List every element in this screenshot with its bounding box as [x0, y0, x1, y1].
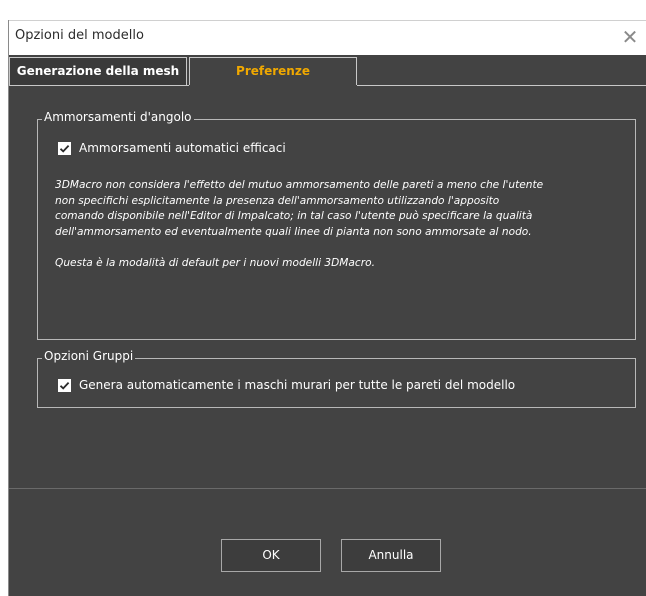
tab-underline-right: [357, 85, 646, 86]
corner-bonding-group: Ammorsamenti d'angolo Ammorsamenti autom…: [37, 110, 636, 340]
default-mode-note: Questa è la modalità di default per i nu…: [55, 256, 375, 269]
auto-generate-piers-checkbox[interactable]: [58, 378, 71, 392]
effective-auto-bonding-option[interactable]: Ammorsamenti automatici efficaci: [58, 140, 286, 156]
effective-auto-bonding-checkbox[interactable]: [58, 141, 71, 155]
close-button[interactable]: ✕: [613, 21, 646, 55]
tab-bar: Generazione della mesh Preferenze: [9, 55, 646, 85]
auto-generate-piers-option[interactable]: Genera automaticamente i maschi murari p…: [58, 377, 515, 393]
title-bar: Opzioni del modello ✕: [9, 20, 646, 55]
group-options-legend: Opzioni Gruppi: [42, 349, 136, 363]
auto-generate-piers-label: Genera automaticamente i maschi murari p…: [79, 378, 516, 392]
group-options-group: Opzioni Gruppi Genera automaticamente i …: [37, 349, 636, 408]
options-dialog: Opzioni del modello ✕ Generazione della …: [8, 20, 646, 596]
cancel-button[interactable]: Annulla: [341, 539, 441, 572]
effective-auto-bonding-label: Ammorsamenti automatici efficaci: [79, 141, 286, 155]
checkmark-icon: [59, 144, 70, 153]
description-line: dell'ammorsamento ed eventualmente quali…: [55, 225, 532, 238]
description-line: 3DMacro non considera l'effetto del mutu…: [55, 179, 544, 191]
corner-bonding-description: 3DMacro non considera l'effetto del mutu…: [55, 178, 625, 271]
checkmark-icon: [59, 381, 70, 390]
description-line: comando disponibile nell'Editor di Impal…: [55, 210, 533, 222]
tab-underline-left: [9, 85, 189, 86]
corner-bonding-legend: Ammorsamenti d'angolo: [42, 110, 194, 124]
close-icon: ✕: [621, 25, 639, 49]
tab-mesh-generation[interactable]: Generazione della mesh: [9, 57, 187, 85]
dialog-title: Opzioni del modello: [15, 28, 144, 43]
ok-button[interactable]: OK: [221, 539, 321, 572]
tab-preferences[interactable]: Preferenze: [189, 57, 357, 85]
description-line: non specifichi esplicitamente la presenz…: [55, 194, 500, 207]
footer-divider: [9, 488, 646, 489]
